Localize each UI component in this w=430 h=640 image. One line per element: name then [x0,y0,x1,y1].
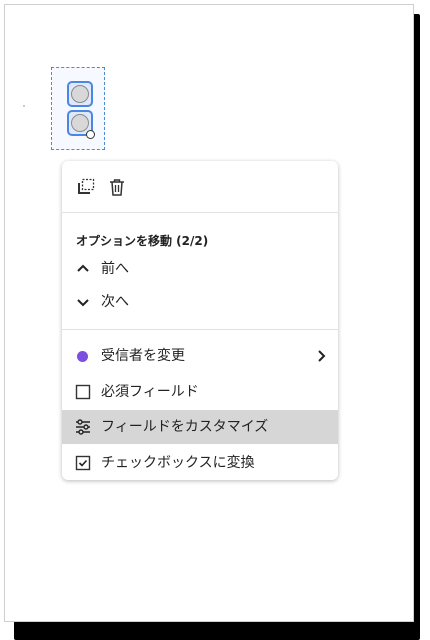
menu-item-label: 必須フィールド [101,384,199,400]
menu-item-change-recipient[interactable]: 受信者を変更 [62,339,338,373]
chevron-right-icon [316,348,328,364]
chevron-up-icon [74,260,92,278]
menu-item-label: 前へ [101,261,129,277]
menu-item-required-field[interactable]: 必須フィールド [62,375,338,409]
radio-circle-icon [71,85,89,103]
recipient-color-dot [77,351,88,362]
purple-dot-icon [74,347,92,365]
menu-item-next[interactable]: 次へ [62,285,338,319]
resize-handle[interactable] [86,130,95,139]
checked-box-icon [74,454,92,472]
duplicate-icon[interactable] [76,177,96,197]
trash-icon[interactable] [107,177,127,197]
menu-item-label: 受信者を変更 [101,348,185,364]
menu-item-label: 次へ [101,294,129,310]
menu-divider [62,329,338,330]
menu-item-customize-field[interactable]: フィールドをカスタマイズ [62,410,338,444]
menu-item-label: チェックボックスに変換 [101,455,255,471]
menu-item-previous[interactable]: 前へ [62,252,338,286]
menu-item-convert-to-checkbox[interactable]: チェックボックスに変換 [62,446,338,480]
menu-toolbar [62,161,338,213]
radio-group-field[interactable] [51,67,105,150]
page-mark [23,105,25,107]
sliders-icon [74,418,92,436]
field-context-menu: オプションを移動 (2/2) 前へ 次へ 受信者を変更 必須フィールド フィール… [62,161,338,480]
radio-button-1[interactable] [67,81,93,107]
checkbox-icon[interactable] [74,383,92,401]
radio-circle-icon [71,114,89,132]
menu-item-label: フィールドをカスタマイズ [101,419,269,435]
move-options-label: オプションを移動 (2/2) [76,234,209,248]
chevron-down-icon [74,293,92,311]
